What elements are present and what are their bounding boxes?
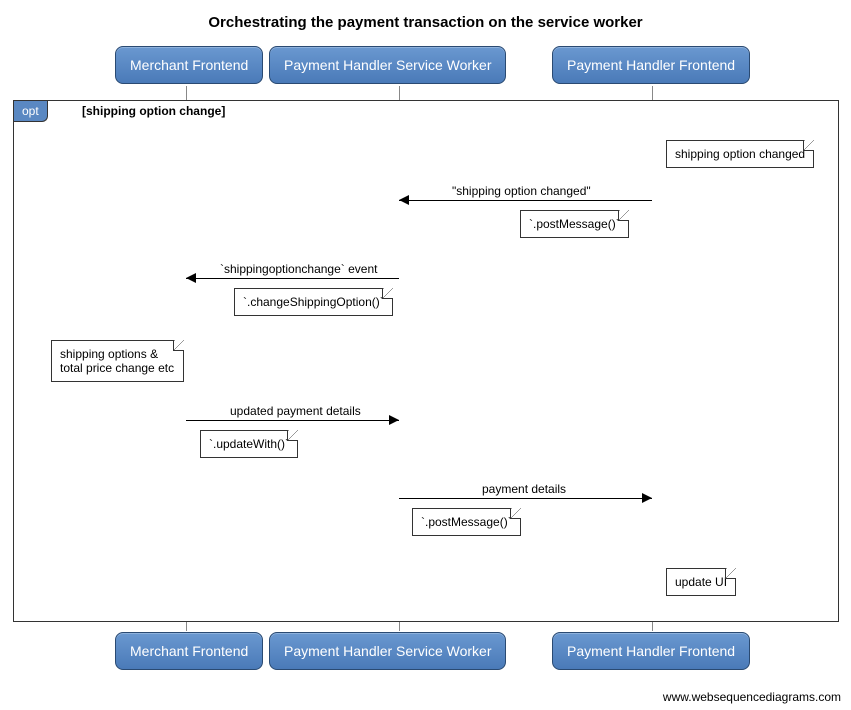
note-options-total: shipping options & total price change et…: [51, 340, 184, 382]
participant-sw-bottom: Payment Handler Service Worker: [269, 632, 506, 670]
diagram-title: Orchestrating the payment transaction on…: [0, 14, 851, 31]
message-label-1: "shipping option changed": [450, 184, 593, 198]
note-shipping-changed: shipping option changed: [666, 140, 814, 168]
message-line-2: [186, 278, 399, 279]
participant-sw-top: Payment Handler Service Worker: [269, 46, 506, 84]
note-postmessage-2: `.postMessage()`: [412, 508, 521, 536]
message-label-4: payment details: [480, 482, 568, 496]
note-change-shipping-option: `.changeShippingOption()`: [234, 288, 393, 316]
participant-merchant-top: Merchant Frontend: [115, 46, 263, 84]
note-postmessage-1: `.postMessage()`: [520, 210, 629, 238]
message-line-1: [399, 200, 652, 201]
participant-frontend-top: Payment Handler Frontend: [552, 46, 750, 84]
opt-condition: [shipping option change]: [82, 104, 225, 118]
arrow-icon: [186, 273, 196, 283]
arrow-icon: [389, 415, 399, 425]
arrow-icon: [399, 195, 409, 205]
participant-merchant-bottom: Merchant Frontend: [115, 632, 263, 670]
message-label-2: `shippingoptionchange` event: [218, 262, 379, 276]
message-line-4: [399, 498, 652, 499]
participant-frontend-bottom: Payment Handler Frontend: [552, 632, 750, 670]
credit-link: www.websequencediagrams.com: [663, 690, 841, 704]
arrow-icon: [642, 493, 652, 503]
message-label-3: updated payment details: [228, 404, 363, 418]
message-line-3: [186, 420, 399, 421]
note-update-with: `.updateWith()`: [200, 430, 298, 458]
opt-label: opt: [14, 101, 48, 122]
note-update-ui: update UI: [666, 568, 736, 596]
